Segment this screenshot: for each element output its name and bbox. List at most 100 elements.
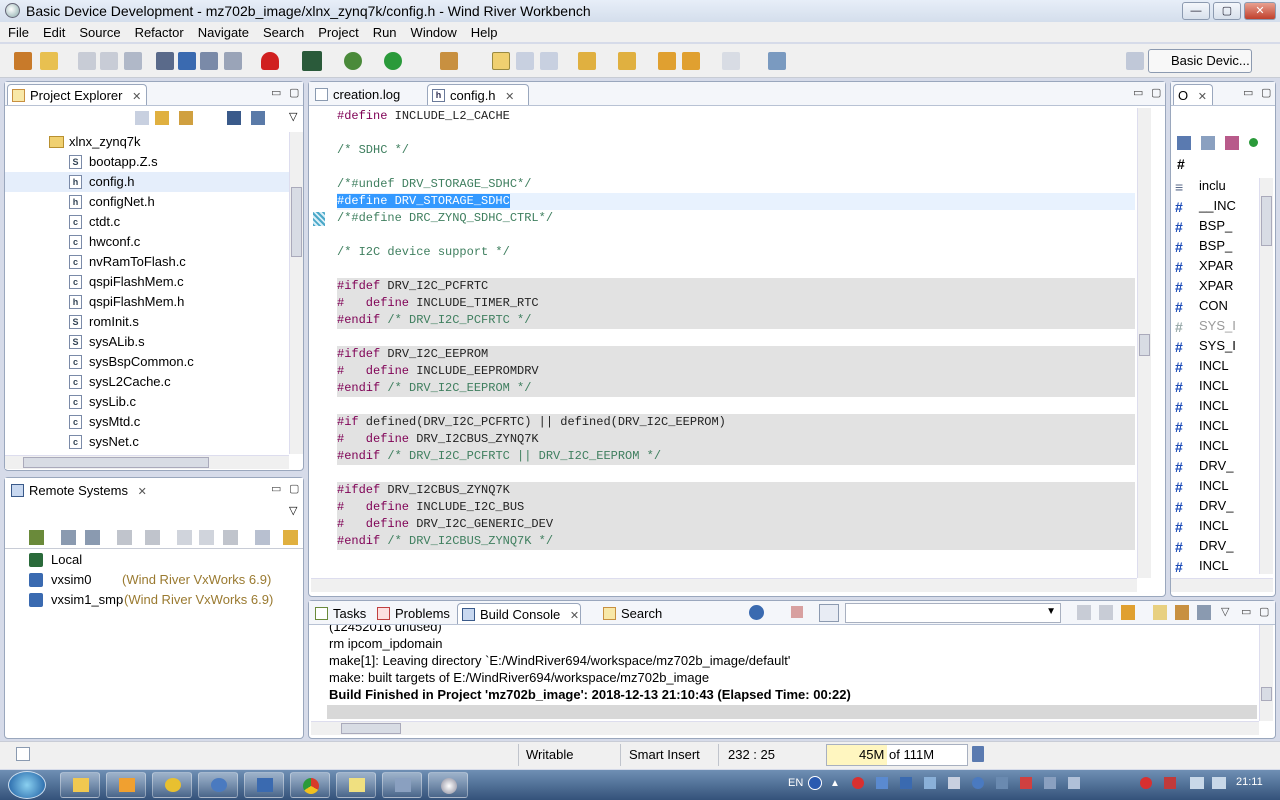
taskbar-app[interactable]	[198, 772, 238, 798]
taskbar-app[interactable]	[244, 772, 284, 798]
perspective-switcher[interactable]: Basic Devic...	[1148, 49, 1252, 73]
menu-refactor[interactable]: Refactor	[135, 25, 184, 40]
tree-file[interactable]: h qspiFlashMem.h	[5, 292, 289, 312]
scroll-down-icon[interactable]	[1077, 605, 1091, 620]
minimize-view-icon[interactable]: ▭	[271, 482, 281, 495]
forward-icon[interactable]	[722, 52, 740, 70]
close-tab-icon[interactable]: ✕	[570, 610, 579, 622]
minimize-view-icon[interactable]: ▭	[1133, 86, 1143, 99]
outline-item[interactable]: # __INC	[1175, 198, 1236, 218]
outline-item[interactable]: ≡ inclu	[1175, 178, 1226, 198]
tree-file[interactable]: Sbootapp.Z.s	[5, 152, 289, 172]
maximize-view-icon[interactable]: ▢	[289, 482, 299, 495]
outline-item[interactable]: # DRV_	[1175, 498, 1233, 518]
forward-icon[interactable]	[199, 530, 214, 545]
language-indicator[interactable]: EN	[788, 777, 803, 789]
build-icon[interactable]	[156, 52, 174, 70]
tree-file[interactable]: c hwconf.c	[5, 232, 289, 252]
scroll-thumb[interactable]	[1261, 196, 1272, 246]
scroll-thumb[interactable]	[1261, 687, 1272, 701]
outline-item[interactable]: # INCL	[1175, 358, 1229, 378]
tray-app-icon[interactable]	[900, 777, 912, 789]
stop-icon[interactable]	[791, 606, 803, 618]
tree-folder-xlnx[interactable]: xlnx_zynq7k	[5, 132, 289, 152]
print-icon[interactable]	[124, 52, 142, 70]
chevron-down-icon[interactable]: ▽	[289, 504, 297, 517]
tree-hscrollbar[interactable]	[5, 455, 289, 469]
collapse-all-icon[interactable]	[255, 530, 270, 545]
outline-item[interactable]: # SYS_I	[1175, 318, 1236, 338]
rebuild-icon[interactable]	[178, 52, 196, 70]
tray-app-icon[interactable]	[948, 777, 960, 789]
close-tab-icon[interactable]: ✕	[138, 486, 147, 498]
tray-app-icon[interactable]	[1164, 777, 1176, 789]
close-tab-icon[interactable]: ✕	[505, 91, 514, 103]
outline-item[interactable]: # INCL	[1175, 438, 1229, 458]
tree-file[interactable]: c sysL2Cache.c	[5, 372, 289, 392]
close-button[interactable]: ✕	[1244, 2, 1276, 20]
lock-icon[interactable]	[1175, 605, 1189, 620]
tab-build-console[interactable]: Build Console ✕	[457, 603, 581, 624]
outline-item[interactable]: # XPAR	[1175, 278, 1233, 298]
tree-file[interactable]: c ctdt.c	[5, 212, 289, 232]
scroll-thumb[interactable]	[1139, 334, 1150, 356]
maximize-view-icon[interactable]: ▢	[1151, 86, 1161, 99]
outline-item[interactable]: # INCL	[1175, 398, 1229, 418]
alarm-bell-icon[interactable]	[261, 52, 279, 70]
taskbar-app[interactable]	[382, 772, 422, 798]
tray-app-icon[interactable]	[1140, 777, 1152, 789]
outline-item[interactable]: # BSP_	[1175, 218, 1232, 238]
taskbar-notepad[interactable]	[336, 772, 376, 798]
mark-occurrences-icon[interactable]	[492, 52, 510, 70]
back-icon[interactable]	[682, 52, 700, 70]
tab-outline[interactable]: O ✕	[1173, 84, 1213, 105]
tab-problems[interactable]: Problems	[373, 603, 455, 624]
tree-file[interactable]: c sysBspCommon.c	[5, 352, 289, 372]
filter-icon[interactable]	[179, 111, 193, 125]
tray-app-icon[interactable]	[1020, 777, 1032, 789]
link-icon[interactable]	[283, 530, 298, 545]
outline-item[interactable]: # INCL	[1175, 478, 1229, 498]
outline-item[interactable]: # XPAR	[1175, 258, 1233, 278]
outline-item[interactable]: # DRV_	[1175, 538, 1233, 558]
maximize-view-icon[interactable]: ▢	[1259, 605, 1269, 618]
tray-app-icon[interactable]	[924, 777, 936, 789]
menu-project[interactable]: Project	[318, 25, 358, 40]
scroll-thumb[interactable]	[341, 723, 401, 734]
scroll-up-icon[interactable]	[1099, 605, 1113, 620]
new-connection-icon[interactable]	[29, 530, 44, 545]
minimize-button[interactable]: —	[1182, 2, 1210, 20]
close-tab-icon[interactable]: ✕	[132, 91, 141, 103]
reset-icon[interactable]	[145, 530, 160, 545]
taskbar-chrome[interactable]	[290, 772, 330, 798]
start-button-icon[interactable]	[8, 771, 46, 799]
outline-item[interactable]: # BSP_	[1175, 238, 1232, 258]
tab-search[interactable]: Search	[599, 603, 669, 624]
hide-nonpublic-icon[interactable]	[1249, 138, 1258, 147]
outline-hscrollbar[interactable]	[1171, 578, 1273, 592]
code-area[interactable]: #define INCLUDE_L2_CACHE /* SDHC */ /*#und…	[311, 108, 1137, 578]
taskbar-app[interactable]	[152, 772, 192, 798]
back-icon[interactable]	[177, 530, 192, 545]
view-menu-icon[interactable]	[251, 111, 265, 125]
outline-item[interactable]: # SYS_I	[1175, 338, 1236, 358]
link-editor-icon[interactable]	[155, 111, 169, 125]
debug-icon[interactable]	[344, 52, 362, 70]
tray-app-icon[interactable]	[852, 777, 864, 789]
tree-file-selected[interactable]: h config.h	[5, 172, 289, 192]
hide-static-icon[interactable]	[1225, 136, 1239, 150]
taskbar-workbench[interactable]	[428, 772, 468, 798]
close-tab-icon[interactable]: ✕	[1198, 91, 1207, 103]
build-target-icon[interactable]	[224, 52, 242, 70]
tree-vscrollbar[interactable]	[289, 132, 303, 454]
editor-vscrollbar[interactable]	[1137, 108, 1151, 578]
hash-filter-icon[interactable]: #	[1177, 156, 1185, 172]
outline-item[interactable]: # INCL	[1175, 378, 1229, 398]
last-edit-icon[interactable]	[658, 52, 676, 70]
tray-expand-icon[interactable]: ▲	[830, 778, 840, 789]
minimize-view-icon[interactable]: ▭	[1243, 86, 1253, 99]
tree-file[interactable]: c sysMtd.c	[5, 412, 289, 432]
help-tray-icon[interactable]	[808, 776, 822, 790]
block-selection-icon[interactable]	[516, 52, 534, 70]
minimize-view-icon[interactable]: ▭	[1241, 605, 1251, 618]
